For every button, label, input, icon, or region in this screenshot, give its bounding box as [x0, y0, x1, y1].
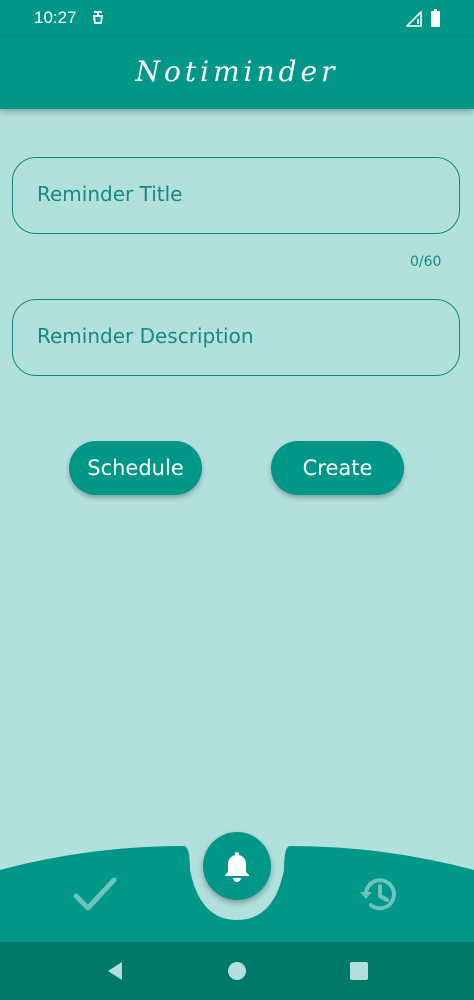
- bell-nav-button[interactable]: [203, 832, 271, 900]
- app-bar: Notiminder: [0, 37, 474, 109]
- status-time: 10:27: [34, 8, 77, 27]
- bottom-navigation: [0, 830, 474, 942]
- status-bar: 10:27: [0, 0, 474, 37]
- reminder-description-placeholder: Reminder Description: [37, 324, 254, 348]
- signal-icon: [406, 11, 422, 27]
- app-title: Notiminder: [135, 55, 339, 88]
- reminder-title-placeholder: Reminder Title: [37, 182, 183, 206]
- bell-icon: [225, 852, 249, 882]
- reminder-description-input[interactable]: Reminder Description: [12, 299, 460, 376]
- create-button[interactable]: Create: [271, 441, 404, 495]
- title-char-counter: 0/60: [410, 254, 442, 270]
- check-icon[interactable]: [73, 874, 117, 914]
- recents-icon[interactable]: [348, 960, 370, 982]
- schedule-button[interactable]: Schedule: [69, 441, 202, 495]
- battery-icon: [431, 9, 440, 27]
- system-navigation-bar: [0, 942, 474, 1000]
- home-icon[interactable]: [226, 960, 248, 982]
- reminder-title-input[interactable]: Reminder Title: [12, 157, 460, 234]
- back-icon[interactable]: [104, 960, 126, 982]
- history-icon[interactable]: [358, 874, 400, 916]
- app-notification-icon: [92, 11, 104, 24]
